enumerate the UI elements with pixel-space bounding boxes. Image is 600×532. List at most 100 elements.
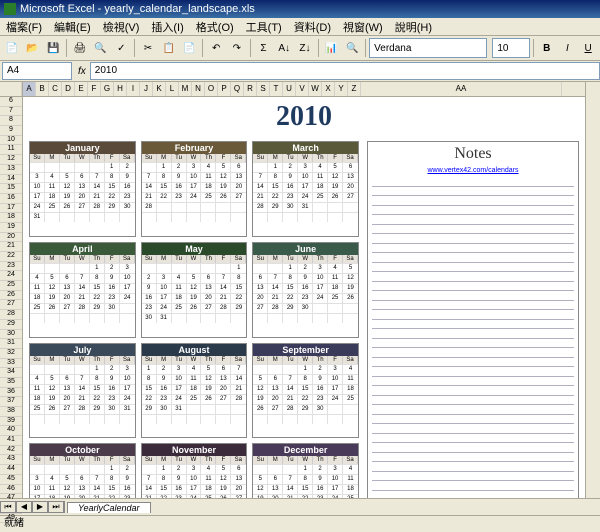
menu-item[interactable]: 編輯(E) <box>48 18 97 35</box>
column-header[interactable]: E <box>75 82 88 96</box>
row-header[interactable]: 20 <box>0 233 22 243</box>
row-header[interactable]: 39 <box>0 417 22 427</box>
row-header[interactable]: 19 <box>0 223 22 233</box>
italic-icon[interactable]: I <box>558 38 578 58</box>
row-header[interactable]: 32 <box>0 349 22 359</box>
row-header[interactable]: 34 <box>0 368 22 378</box>
row-header[interactable]: 28 <box>0 310 22 320</box>
select-all-corner[interactable] <box>0 82 22 96</box>
tab-prev-icon[interactable]: ◀ <box>16 501 32 513</box>
column-header[interactable]: N <box>192 82 205 96</box>
notes-link[interactable]: www.vertex42.com/calendars <box>368 166 578 177</box>
column-header[interactable]: A <box>23 82 36 96</box>
menu-item[interactable]: 檔案(F) <box>0 18 48 35</box>
column-header[interactable]: V <box>296 82 309 96</box>
open-icon[interactable]: 📂 <box>23 38 43 58</box>
row-header[interactable]: 24 <box>0 271 22 281</box>
column-header[interactable]: I <box>127 82 140 96</box>
font-size-combo[interactable]: 10 <box>492 38 530 58</box>
row-header[interactable]: 36 <box>0 388 22 398</box>
paste-icon[interactable]: 📄 <box>180 38 200 58</box>
column-header[interactable]: B <box>36 82 49 96</box>
menu-item[interactable]: 視窗(W) <box>337 18 389 35</box>
row-header[interactable]: 29 <box>0 320 22 330</box>
column-header[interactable]: Y <box>335 82 348 96</box>
row-header[interactable]: 43 <box>0 455 22 465</box>
sort-asc-icon[interactable]: A↓ <box>274 38 294 58</box>
row-header[interactable]: 27 <box>0 300 22 310</box>
row-header[interactable]: 46 <box>0 485 22 495</box>
row-header[interactable]: 13 <box>0 165 22 175</box>
row-header[interactable]: 12 <box>0 155 22 165</box>
column-header[interactable]: P <box>218 82 231 96</box>
column-header[interactable]: O <box>205 82 218 96</box>
row-header[interactable]: 15 <box>0 184 22 194</box>
column-header[interactable]: Q <box>231 82 244 96</box>
preview-icon[interactable]: 🔍 <box>91 38 111 58</box>
row-header[interactable]: 17 <box>0 204 22 214</box>
menu-item[interactable]: 檢視(V) <box>97 18 146 35</box>
row-header[interactable]: 30 <box>0 330 22 340</box>
column-header[interactable]: F <box>88 82 101 96</box>
row-header[interactable]: 33 <box>0 359 22 369</box>
row-header[interactable]: 25 <box>0 281 22 291</box>
column-header[interactable]: M <box>179 82 192 96</box>
underline-icon[interactable]: U <box>578 38 598 58</box>
column-header[interactable]: H <box>114 82 127 96</box>
column-header[interactable]: D <box>62 82 75 96</box>
sort-desc-icon[interactable]: Z↓ <box>295 38 315 58</box>
row-header[interactable]: 37 <box>0 397 22 407</box>
menu-item[interactable]: 格式(O) <box>190 18 240 35</box>
fx-icon[interactable]: fx <box>78 66 86 77</box>
redo-icon[interactable]: ↷ <box>227 38 247 58</box>
column-header[interactable]: L <box>166 82 179 96</box>
new-icon[interactable]: 📄 <box>2 38 22 58</box>
row-header[interactable]: 6 <box>0 97 22 107</box>
row-header[interactable]: 18 <box>0 213 22 223</box>
row-header[interactable]: 14 <box>0 175 22 185</box>
column-header[interactable]: W <box>309 82 322 96</box>
row-header[interactable]: 11 <box>0 145 22 155</box>
column-header[interactable]: C <box>49 82 62 96</box>
column-header[interactable]: K <box>153 82 166 96</box>
row-header[interactable]: 23 <box>0 262 22 272</box>
row-header[interactable]: 21 <box>0 242 22 252</box>
row-header[interactable]: 42 <box>0 446 22 456</box>
vertical-scrollbar[interactable] <box>585 82 600 498</box>
row-header[interactable]: 7 <box>0 107 22 117</box>
row-header[interactable]: 44 <box>0 465 22 475</box>
row-header[interactable]: 26 <box>0 291 22 301</box>
column-header[interactable]: J <box>140 82 153 96</box>
worksheet[interactable]: 2010 JanuarySuMTuWThFSa12345678910111213… <box>23 97 585 498</box>
spell-icon[interactable]: ✓ <box>112 38 132 58</box>
tab-last-icon[interactable]: ⏭ <box>48 501 64 513</box>
row-header[interactable]: 40 <box>0 426 22 436</box>
column-header[interactable]: G <box>101 82 114 96</box>
tab-next-icon[interactable]: ▶ <box>32 501 48 513</box>
cut-icon[interactable]: ✂ <box>138 38 158 58</box>
column-header[interactable]: U <box>283 82 296 96</box>
formula-bar[interactable]: 2010 <box>90 62 600 80</box>
menu-item[interactable]: 工具(T) <box>240 18 288 35</box>
column-header[interactable]: Z <box>348 82 361 96</box>
row-header[interactable]: 9 <box>0 126 22 136</box>
bold-icon[interactable]: B <box>537 38 557 58</box>
undo-icon[interactable]: ↶ <box>206 38 226 58</box>
menu-item[interactable]: 說明(H) <box>389 18 438 35</box>
chart-icon[interactable]: 📊 <box>322 38 342 58</box>
column-header[interactable]: T <box>270 82 283 96</box>
menu-item[interactable]: 插入(I) <box>145 18 189 35</box>
zoom-icon[interactable]: 🔍 <box>342 38 362 58</box>
row-header[interactable]: 16 <box>0 194 22 204</box>
row-header[interactable]: 38 <box>0 407 22 417</box>
sum-icon[interactable]: Σ <box>254 38 274 58</box>
save-icon[interactable]: 💾 <box>43 38 63 58</box>
row-header[interactable]: 45 <box>0 475 22 485</box>
row-header[interactable]: 10 <box>0 136 22 146</box>
row-header[interactable]: 31 <box>0 339 22 349</box>
column-header[interactable]: X <box>322 82 335 96</box>
column-header[interactable]: AA <box>361 82 562 96</box>
font-name-combo[interactable]: Verdana <box>369 38 487 58</box>
row-header[interactable]: 8 <box>0 116 22 126</box>
row-header[interactable]: 41 <box>0 436 22 446</box>
